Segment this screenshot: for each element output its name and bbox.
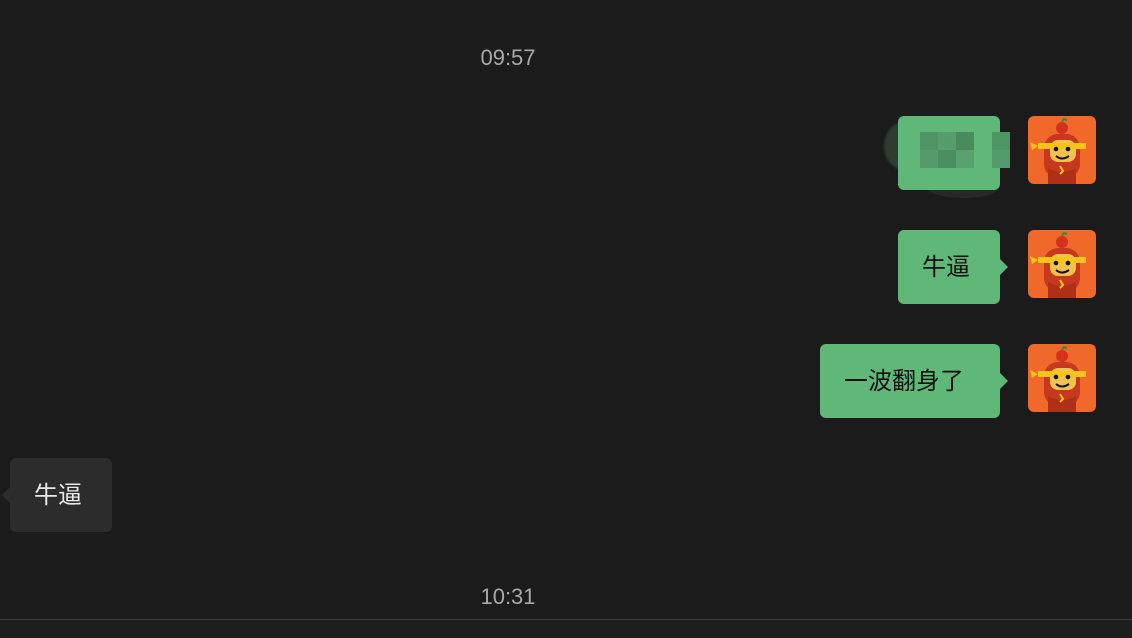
input-area[interactable]: [0, 620, 1132, 638]
user-avatar-icon[interactable]: [1028, 230, 1096, 298]
sticker-image: [898, 116, 1010, 190]
message-timestamp: 10:31: [480, 584, 536, 609]
outgoing-message-bubble[interactable]: 牛逼: [898, 230, 1008, 304]
user-avatar-icon[interactable]: [1028, 344, 1096, 412]
user-avatar-icon[interactable]: [1028, 116, 1096, 184]
outgoing-message-bubble[interactable]: 一波翻身了: [820, 344, 1008, 418]
sticker-message[interactable]: [884, 116, 1014, 200]
incoming-message-bubble[interactable]: 牛逼: [2, 458, 112, 532]
message-timestamp: 09:57: [480, 45, 536, 70]
chat-window: 09:57 牛逼 一波翻身了 牛逼 10:31: [0, 0, 1132, 638]
